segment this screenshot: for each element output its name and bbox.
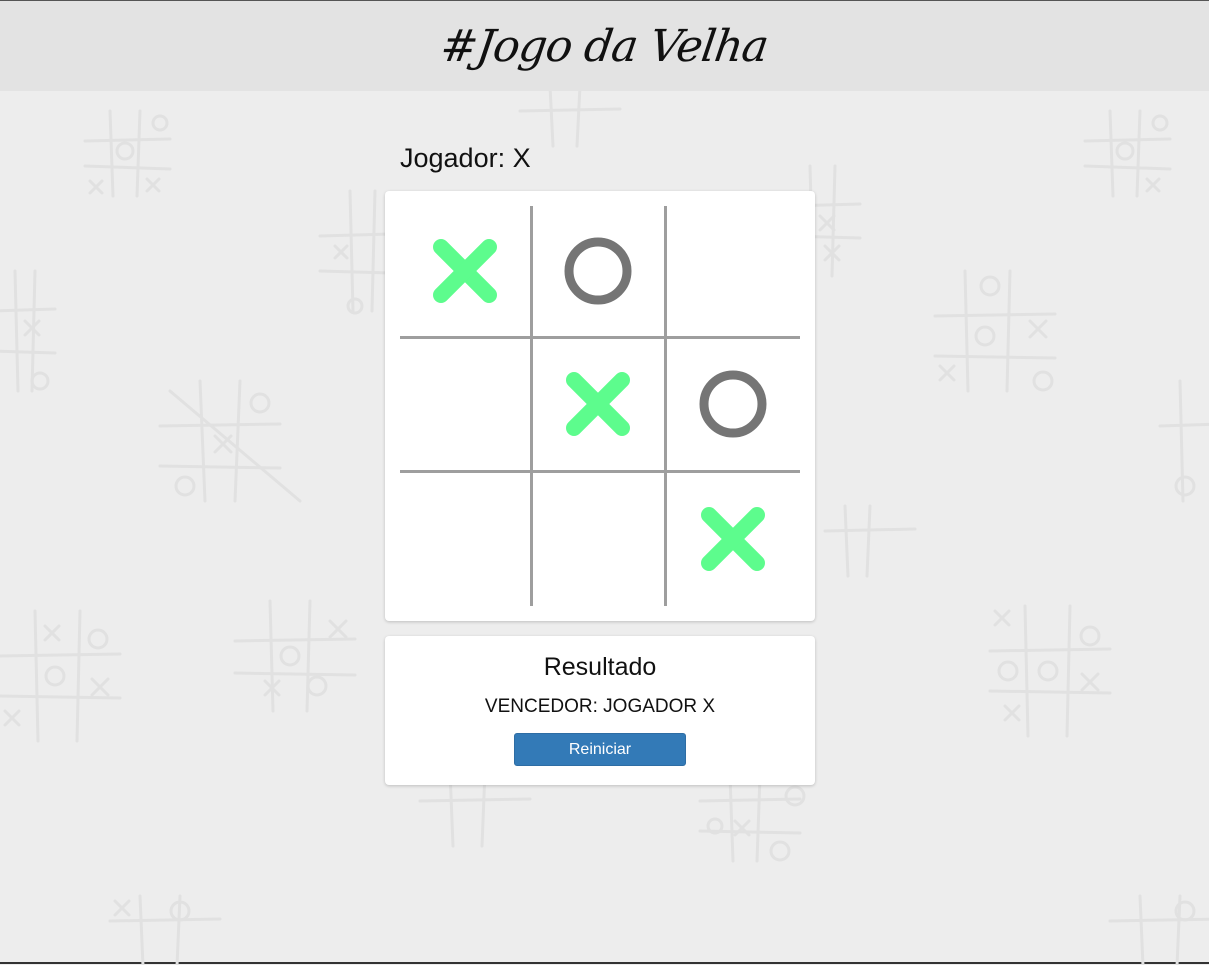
x-mark-icon	[701, 507, 766, 572]
o-mark-icon	[563, 236, 633, 306]
game-board	[400, 206, 800, 606]
board-card	[385, 191, 815, 621]
o-mark-icon	[698, 369, 768, 439]
board-cell[interactable]	[400, 472, 534, 606]
board-cell[interactable]	[400, 339, 534, 473]
board-cell[interactable]	[667, 473, 800, 606]
board-cell[interactable]	[400, 206, 534, 340]
x-mark-icon	[566, 372, 631, 437]
app-title: #Jogo da Velha	[437, 20, 772, 72]
board-cell[interactable]	[533, 206, 667, 340]
board-cell[interactable]	[666, 339, 800, 473]
result-title: Resultado	[543, 653, 657, 681]
x-mark-icon	[433, 239, 498, 304]
current-player-label: Jogador: X	[400, 143, 531, 173]
app-header: #Jogo da Velha	[0, 1, 1209, 91]
restart-button[interactable]: Reiniciar	[514, 733, 686, 766]
board-cell[interactable]	[533, 472, 667, 606]
winner-text: VENCEDOR: JOGADOR X	[484, 696, 716, 717]
board-cell[interactable]	[533, 339, 667, 473]
result-panel: Resultado VENCEDOR: JOGADOR X Reiniciar	[385, 636, 815, 785]
board-cell[interactable]	[666, 206, 800, 340]
